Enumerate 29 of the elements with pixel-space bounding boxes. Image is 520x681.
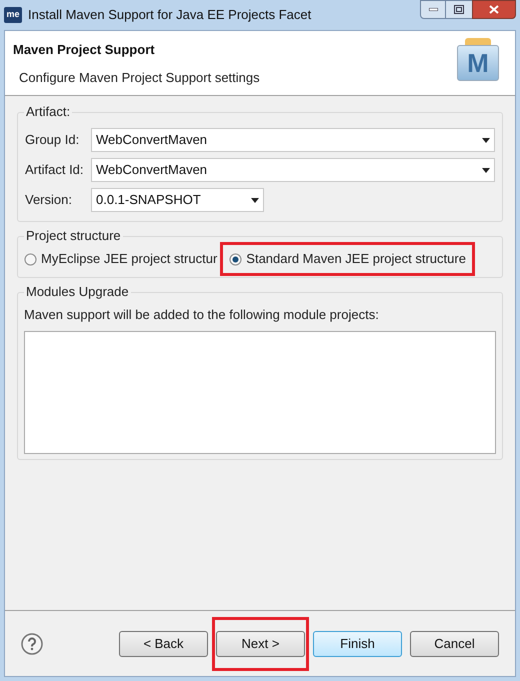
dropdown-arrow-icon <box>482 138 490 142</box>
page-subtitle: Configure Maven Project Support settings <box>19 68 261 87</box>
window-title: Install Maven Support for Java EE Projects Facet <box>28 6 312 24</box>
dropdown-arrow-icon <box>482 168 490 172</box>
dropdown-arrow-icon <box>251 198 259 202</box>
dialog-button[interactable]: Next > <box>216 630 305 656</box>
close-button[interactable] <box>472 0 516 19</box>
dialog-button[interactable]: < Back <box>119 630 208 656</box>
combo-field[interactable]: WebConvertMaven <box>91 128 495 152</box>
radio-option[interactable]: Standard Maven JEE project structure <box>223 245 472 273</box>
radio-option[interactable]: MyEclipse JEE project structur <box>24 245 218 273</box>
dialog-button[interactable]: Finish <box>313 630 402 656</box>
combo-field[interactable]: WebConvertMaven <box>91 158 495 182</box>
minimize-icon <box>428 8 438 11</box>
info-text: Maven support will be added to the following module projects: <box>24 306 380 324</box>
radio-icon <box>24 252 37 266</box>
app-icon: me <box>4 7 22 23</box>
maximize-button[interactable] <box>446 0 472 19</box>
page-title: Maven Project Support <box>13 41 156 59</box>
field-label: Artifact Id: <box>25 161 85 180</box>
maximize-icon <box>454 5 464 14</box>
dialog-button[interactable]: Cancel <box>410 630 499 656</box>
help-icon[interactable] <box>21 632 43 654</box>
field-label: Group Id: <box>25 131 80 150</box>
close-icon <box>489 5 499 14</box>
minimize-button[interactable] <box>420 0 446 19</box>
combo-field[interactable]: 0.0.1-SNAPSHOT <box>91 188 264 212</box>
radio-icon <box>229 252 242 266</box>
field-label: Version: <box>25 191 73 210</box>
